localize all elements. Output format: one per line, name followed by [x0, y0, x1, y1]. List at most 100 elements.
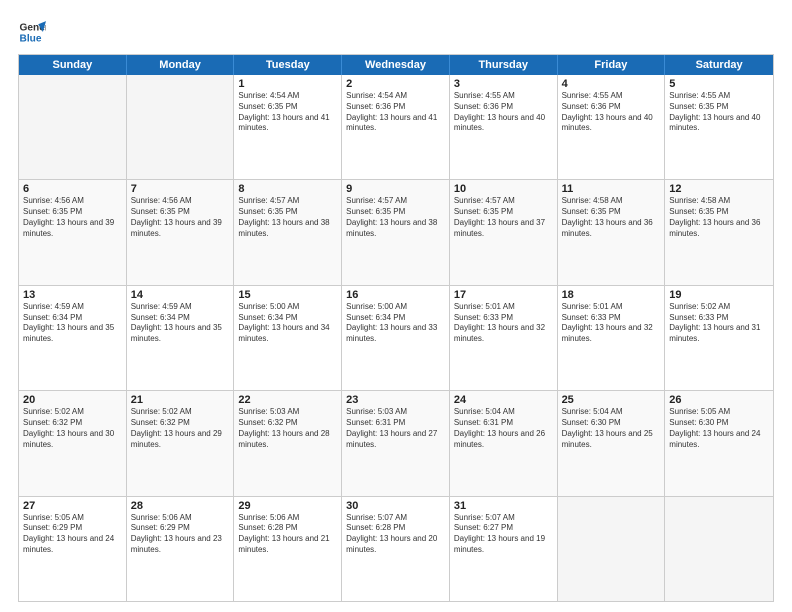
day-number: 18 [562, 289, 661, 301]
cell-info: Sunrise: 4:54 AM Sunset: 6:35 PM Dayligh… [238, 91, 337, 134]
cell-info: Sunrise: 5:02 AM Sunset: 6:32 PM Dayligh… [23, 407, 122, 450]
cal-cell-3-1: 13Sunrise: 4:59 AM Sunset: 6:34 PM Dayli… [19, 286, 127, 390]
day-number: 25 [562, 394, 661, 406]
day-number: 8 [238, 183, 337, 195]
calendar-row-1: 1Sunrise: 4:54 AM Sunset: 6:35 PM Daylig… [19, 75, 773, 179]
day-number: 7 [131, 183, 230, 195]
cell-info: Sunrise: 4:54 AM Sunset: 6:36 PM Dayligh… [346, 91, 445, 134]
day-number: 2 [346, 78, 445, 90]
cal-cell-2-5: 10Sunrise: 4:57 AM Sunset: 6:35 PM Dayli… [450, 180, 558, 284]
day-number: 14 [131, 289, 230, 301]
cal-cell-2-2: 7Sunrise: 4:56 AM Sunset: 6:35 PM Daylig… [127, 180, 235, 284]
day-number: 13 [23, 289, 122, 301]
cal-cell-3-5: 17Sunrise: 5:01 AM Sunset: 6:33 PM Dayli… [450, 286, 558, 390]
cell-info: Sunrise: 5:06 AM Sunset: 6:29 PM Dayligh… [131, 513, 230, 556]
weekday-header-thursday: Thursday [450, 55, 558, 75]
cal-cell-3-6: 18Sunrise: 5:01 AM Sunset: 6:33 PM Dayli… [558, 286, 666, 390]
cal-cell-3-4: 16Sunrise: 5:00 AM Sunset: 6:34 PM Dayli… [342, 286, 450, 390]
day-number: 26 [669, 394, 769, 406]
cal-cell-1-1 [19, 75, 127, 179]
day-number: 5 [669, 78, 769, 90]
day-number: 11 [562, 183, 661, 195]
weekday-header-monday: Monday [127, 55, 235, 75]
cell-info: Sunrise: 5:00 AM Sunset: 6:34 PM Dayligh… [238, 302, 337, 345]
cal-cell-4-1: 20Sunrise: 5:02 AM Sunset: 6:32 PM Dayli… [19, 391, 127, 495]
header: General Blue [18, 18, 774, 46]
cal-cell-2-3: 8Sunrise: 4:57 AM Sunset: 6:35 PM Daylig… [234, 180, 342, 284]
cell-info: Sunrise: 4:56 AM Sunset: 6:35 PM Dayligh… [23, 196, 122, 239]
cal-cell-2-1: 6Sunrise: 4:56 AM Sunset: 6:35 PM Daylig… [19, 180, 127, 284]
cell-info: Sunrise: 5:03 AM Sunset: 6:32 PM Dayligh… [238, 407, 337, 450]
calendar-body: 1Sunrise: 4:54 AM Sunset: 6:35 PM Daylig… [19, 75, 773, 601]
logo-icon: General Blue [18, 18, 46, 46]
cell-info: Sunrise: 5:01 AM Sunset: 6:33 PM Dayligh… [454, 302, 553, 345]
cal-cell-2-4: 9Sunrise: 4:57 AM Sunset: 6:35 PM Daylig… [342, 180, 450, 284]
day-number: 9 [346, 183, 445, 195]
calendar-row-2: 6Sunrise: 4:56 AM Sunset: 6:35 PM Daylig… [19, 179, 773, 284]
cal-cell-4-6: 25Sunrise: 5:04 AM Sunset: 6:30 PM Dayli… [558, 391, 666, 495]
weekday-header-wednesday: Wednesday [342, 55, 450, 75]
day-number: 27 [23, 500, 122, 512]
day-number: 12 [669, 183, 769, 195]
cell-info: Sunrise: 5:04 AM Sunset: 6:30 PM Dayligh… [562, 407, 661, 450]
cal-cell-5-5: 31Sunrise: 5:07 AM Sunset: 6:27 PM Dayli… [450, 497, 558, 601]
cell-info: Sunrise: 4:56 AM Sunset: 6:35 PM Dayligh… [131, 196, 230, 239]
day-number: 6 [23, 183, 122, 195]
cell-info: Sunrise: 5:04 AM Sunset: 6:31 PM Dayligh… [454, 407, 553, 450]
day-number: 30 [346, 500, 445, 512]
cell-info: Sunrise: 4:58 AM Sunset: 6:35 PM Dayligh… [562, 196, 661, 239]
cal-cell-1-6: 4Sunrise: 4:55 AM Sunset: 6:36 PM Daylig… [558, 75, 666, 179]
cal-cell-2-6: 11Sunrise: 4:58 AM Sunset: 6:35 PM Dayli… [558, 180, 666, 284]
cal-cell-1-3: 1Sunrise: 4:54 AM Sunset: 6:35 PM Daylig… [234, 75, 342, 179]
cell-info: Sunrise: 4:59 AM Sunset: 6:34 PM Dayligh… [131, 302, 230, 345]
weekday-header-friday: Friday [558, 55, 666, 75]
day-number: 31 [454, 500, 553, 512]
cell-info: Sunrise: 5:02 AM Sunset: 6:32 PM Dayligh… [131, 407, 230, 450]
cell-info: Sunrise: 5:05 AM Sunset: 6:30 PM Dayligh… [669, 407, 769, 450]
day-number: 16 [346, 289, 445, 301]
cell-info: Sunrise: 4:57 AM Sunset: 6:35 PM Dayligh… [454, 196, 553, 239]
day-number: 3 [454, 78, 553, 90]
day-number: 1 [238, 78, 337, 90]
day-number: 23 [346, 394, 445, 406]
cell-info: Sunrise: 4:57 AM Sunset: 6:35 PM Dayligh… [238, 196, 337, 239]
calendar-row-4: 20Sunrise: 5:02 AM Sunset: 6:32 PM Dayli… [19, 390, 773, 495]
cal-cell-5-1: 27Sunrise: 5:05 AM Sunset: 6:29 PM Dayli… [19, 497, 127, 601]
cal-cell-5-2: 28Sunrise: 5:06 AM Sunset: 6:29 PM Dayli… [127, 497, 235, 601]
calendar: SundayMondayTuesdayWednesdayThursdayFrid… [18, 54, 774, 602]
day-number: 24 [454, 394, 553, 406]
cell-info: Sunrise: 4:55 AM Sunset: 6:36 PM Dayligh… [562, 91, 661, 134]
cell-info: Sunrise: 5:01 AM Sunset: 6:33 PM Dayligh… [562, 302, 661, 345]
cell-info: Sunrise: 4:55 AM Sunset: 6:36 PM Dayligh… [454, 91, 553, 134]
day-number: 22 [238, 394, 337, 406]
cal-cell-4-2: 21Sunrise: 5:02 AM Sunset: 6:32 PM Dayli… [127, 391, 235, 495]
cal-cell-3-3: 15Sunrise: 5:00 AM Sunset: 6:34 PM Dayli… [234, 286, 342, 390]
cal-cell-5-7 [665, 497, 773, 601]
day-number: 4 [562, 78, 661, 90]
cell-info: Sunrise: 4:58 AM Sunset: 6:35 PM Dayligh… [669, 196, 769, 239]
cell-info: Sunrise: 4:59 AM Sunset: 6:34 PM Dayligh… [23, 302, 122, 345]
day-number: 19 [669, 289, 769, 301]
day-number: 17 [454, 289, 553, 301]
day-number: 21 [131, 394, 230, 406]
cal-cell-3-7: 19Sunrise: 5:02 AM Sunset: 6:33 PM Dayli… [665, 286, 773, 390]
weekday-header-tuesday: Tuesday [234, 55, 342, 75]
page: General Blue SundayMondayTuesdayWednesda… [0, 0, 792, 612]
cal-cell-4-5: 24Sunrise: 5:04 AM Sunset: 6:31 PM Dayli… [450, 391, 558, 495]
day-number: 29 [238, 500, 337, 512]
cal-cell-1-7: 5Sunrise: 4:55 AM Sunset: 6:35 PM Daylig… [665, 75, 773, 179]
cell-info: Sunrise: 5:05 AM Sunset: 6:29 PM Dayligh… [23, 513, 122, 556]
calendar-header: SundayMondayTuesdayWednesdayThursdayFrid… [19, 55, 773, 75]
cell-info: Sunrise: 5:02 AM Sunset: 6:33 PM Dayligh… [669, 302, 769, 345]
cal-cell-1-5: 3Sunrise: 4:55 AM Sunset: 6:36 PM Daylig… [450, 75, 558, 179]
weekday-header-saturday: Saturday [665, 55, 773, 75]
day-number: 10 [454, 183, 553, 195]
cell-info: Sunrise: 5:07 AM Sunset: 6:28 PM Dayligh… [346, 513, 445, 556]
calendar-row-5: 27Sunrise: 5:05 AM Sunset: 6:29 PM Dayli… [19, 496, 773, 601]
cell-info: Sunrise: 5:06 AM Sunset: 6:28 PM Dayligh… [238, 513, 337, 556]
cell-info: Sunrise: 5:00 AM Sunset: 6:34 PM Dayligh… [346, 302, 445, 345]
cal-cell-5-4: 30Sunrise: 5:07 AM Sunset: 6:28 PM Dayli… [342, 497, 450, 601]
cell-info: Sunrise: 4:57 AM Sunset: 6:35 PM Dayligh… [346, 196, 445, 239]
cal-cell-4-7: 26Sunrise: 5:05 AM Sunset: 6:30 PM Dayli… [665, 391, 773, 495]
svg-text:Blue: Blue [20, 33, 42, 44]
